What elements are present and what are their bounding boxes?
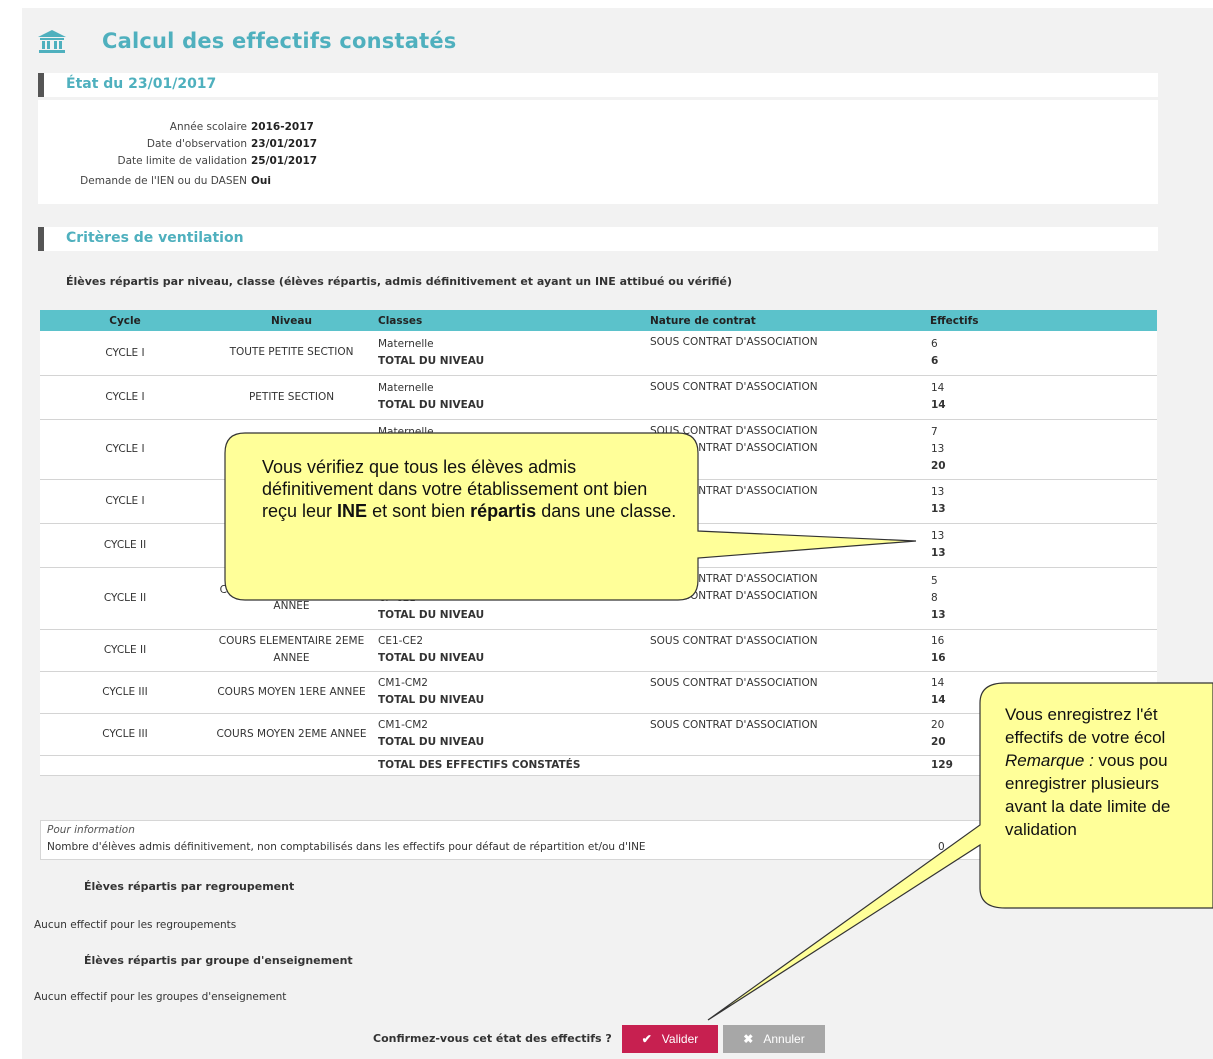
col-cycle-header: Cycle [40,310,210,331]
col-classes-header: Classes [373,310,650,331]
section-etat-title: État du 23/01/2017 [66,76,217,92]
page-header: Calcul des effectifs constatés [36,26,456,56]
table-row: CYCLE III COURS MOYEN 2EME ANNEE CM1-CM2… [40,713,1157,756]
information-panel: Pour information Nombre d'élèves admis d… [40,820,1159,860]
info-row-date-observation: Date d'observation 23/01/2017 [146,138,318,150]
groupe-text: Aucun effectif pour les groupes d'enseig… [34,991,287,1003]
table-row: CYCLE II COURS ELEMENTAIRE 1ERE ANNEE CP… [40,567,1157,630]
table-row: CYCLE II 13 13 [40,523,1157,568]
etat-info-box [38,100,1158,204]
info-row-demande: Demande de l'IEN ou du DASEN Oui [80,175,272,187]
close-icon: ✖ [743,1032,754,1046]
information-value: 0 [938,841,945,853]
section-criteres-title: Critères de ventilation [66,230,244,246]
table-row: CYCLE III COURS MOYEN 1ERE ANNEE CM1-CM2… [40,671,1157,714]
bank-icon [38,30,66,53]
info-row-annee: Année scolaire 2016-2017 [169,121,314,133]
table-row: CYCLE I TOUTE PETITE SECTION Maternelle T… [40,331,1157,376]
check-icon: ✔ [641,1032,652,1046]
section-criteres-heading: Critères de ventilation [38,227,1158,251]
callout-ine-text: Vous vérifiez que tous les élèves admis … [262,457,677,521]
section-etat-heading: État du 23/01/2017 [38,73,1158,97]
info-row-date-limite: Date limite de validation 25/01/2017 [117,155,318,167]
groupe-heading: Élèves répartis par groupe d'enseignemen… [84,954,353,967]
table-header-row: Cycle Niveau Classes Nature de contrat E… [40,310,1157,331]
callout-enregistrer-text: Vous enregistrez l'ét effectifs de votre… [1005,705,1171,839]
table-total-row: TOTAL DES EFFECTIFS CONSTATÉS 129 [40,755,1157,776]
col-effectifs-header: Effectifs [930,310,1157,331]
regroupement-heading: Élèves répartis par regroupement [84,880,295,893]
regroupement-text: Aucun effectif pour les regroupements [34,919,237,931]
page-title: Calcul des effectifs constatés [102,29,457,53]
effectifs-table: Cycle Niveau Classes Nature de contrat E… [40,310,1157,776]
information-text: Nombre d'élèves admis définitivement, no… [47,841,646,853]
confirm-question: Confirmez-vous cet état des effectifs ? [373,1032,612,1045]
table-row: CYCLE II COURS ELEMENTAIRE 2EME ANNEE CE… [40,629,1157,672]
col-niveau-header: Niveau [210,310,373,331]
total-label: TOTAL DES EFFECTIFS CONSTATÉS [373,755,650,776]
valider-button[interactable]: ✔ Valider [622,1025,718,1053]
information-title: Pour information [47,824,135,836]
col-nature-header: Nature de contrat [650,310,930,331]
table-subtitle: Élèves répartis par niveau, classe (élèv… [66,275,732,288]
table-row: CYCLE I PETITE SECTION Maternelle TOTAL D… [40,375,1157,420]
annuler-button[interactable]: ✖ Annuler [723,1025,825,1053]
